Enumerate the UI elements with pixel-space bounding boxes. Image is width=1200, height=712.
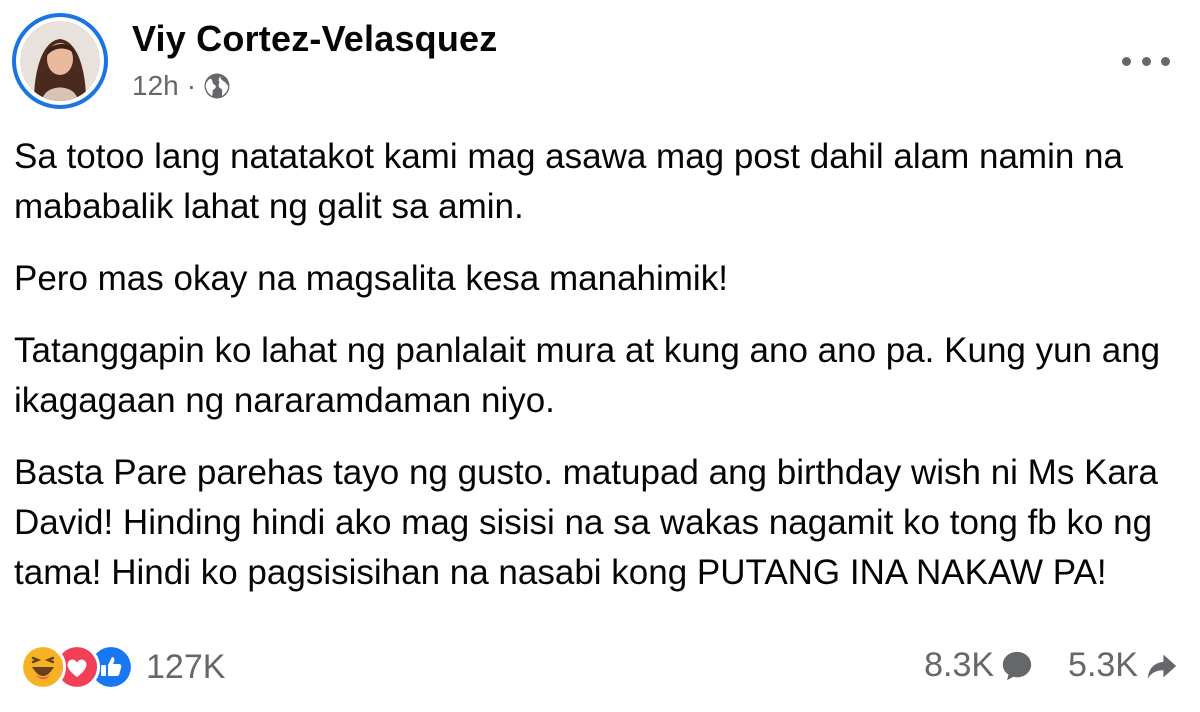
post-text: Sa totoo lang natatakot kami mag asawa m… xyxy=(14,132,1184,620)
more-horizontal-icon xyxy=(1161,56,1170,66)
comment-count: 8.3K xyxy=(924,646,995,684)
comment-icon xyxy=(1002,651,1032,680)
post-paragraph: Sa totoo lang natatakot kami mag asawa m… xyxy=(14,137,1123,226)
post-timestamp[interactable]: 12h xyxy=(132,70,179,102)
shares-count-button[interactable]: 5.3K xyxy=(1068,646,1180,685)
more-horizontal-icon xyxy=(1141,56,1151,66)
post-paragraph: Tatanggapin ko lahat ng panlalait mura a… xyxy=(14,331,1161,420)
author-name[interactable]: Viy Cortez-Velasquez xyxy=(132,18,497,60)
more-options-button[interactable] xyxy=(1122,46,1170,76)
post-paragraph: Pero mas okay na magsalita kesa manahimi… xyxy=(14,259,728,298)
facebook-post: Viy Cortez-Velasquez 12h · Sa totoo lang… xyxy=(0,0,1200,712)
engagement-stats: 8.3K 5.3K xyxy=(924,646,1180,685)
globe-icon[interactable] xyxy=(202,71,232,101)
haha-icon xyxy=(20,644,66,690)
post-meta: 12h · xyxy=(132,70,232,102)
post-footer: 127K 8.3K 5.3K xyxy=(0,640,1200,704)
comments-count-button[interactable]: 8.3K xyxy=(924,646,1034,685)
share-icon xyxy=(1147,654,1177,679)
reactions-summary[interactable]: 127K xyxy=(20,644,225,690)
post-paragraph: Basta Pare parehas tayo ng gusto. matupa… xyxy=(14,453,1158,592)
share-count: 5.3K xyxy=(1068,646,1138,684)
more-horizontal-icon xyxy=(1122,56,1131,66)
reaction-count[interactable]: 127K xyxy=(146,648,225,687)
meta-separator: · xyxy=(186,70,197,101)
avatar[interactable] xyxy=(12,13,108,109)
profile-photo xyxy=(20,21,100,101)
